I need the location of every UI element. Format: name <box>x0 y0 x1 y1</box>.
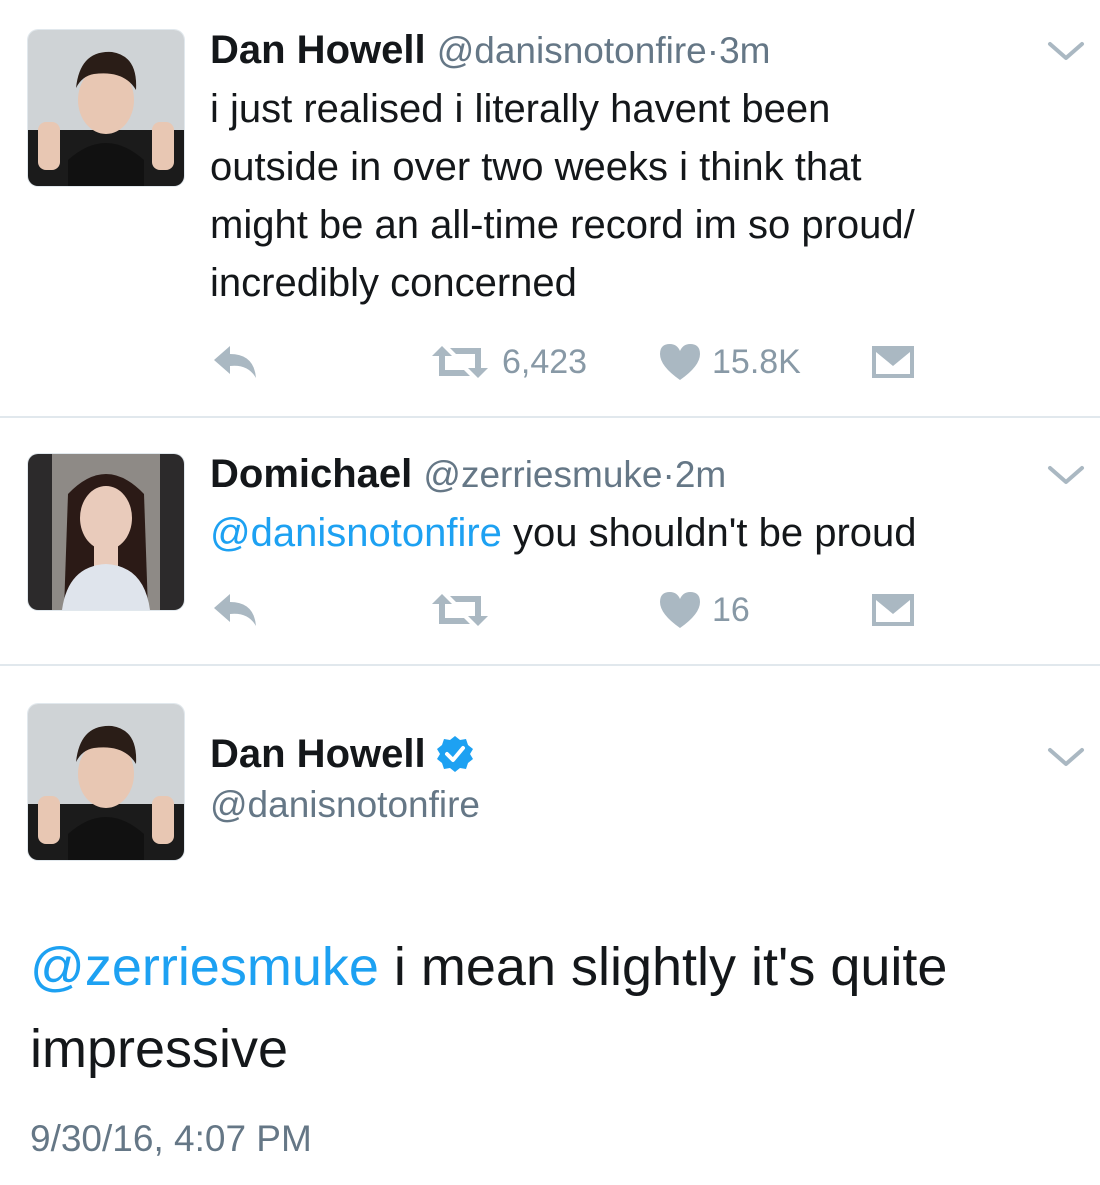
like-button[interactable]: 16 <box>658 588 750 632</box>
display-name[interactable]: Dan Howell <box>210 732 426 776</box>
like-button[interactable]: 15.8K <box>658 340 801 384</box>
heart-icon <box>660 344 700 380</box>
relative-time[interactable]: 3m <box>719 30 770 71</box>
tweet-2[interactable]: Domichael @zerriesmuke·2m @danisnotonfir… <box>0 418 1100 664</box>
tweet-text-line: incredibly concerned <box>210 261 577 305</box>
tweet-text-content: i mean slightly it's quite <box>378 937 948 997</box>
avatar[interactable] <box>28 454 184 610</box>
like-count: 15.8K <box>712 342 801 381</box>
tweet-text-line: @zerriesmuke i mean slightly it's quite <box>30 926 1070 1008</box>
tweet-header: Dan Howell @danisnotonfire·3m <box>210 28 770 73</box>
reply-icon <box>214 594 256 626</box>
retweet-button[interactable] <box>428 588 492 632</box>
direct-message-button[interactable] <box>870 588 916 632</box>
reply-button[interactable] <box>210 340 260 384</box>
display-name[interactable]: Dan Howell <box>210 28 426 72</box>
author-handle-row: @danisnotonfire <box>210 782 480 827</box>
tweet-text: i just realised i literally havent been … <box>210 80 1080 312</box>
tweet-text-line: i just realised i literally havent been <box>210 87 831 131</box>
reply-button[interactable] <box>210 588 260 632</box>
relative-time[interactable]: 2m <box>675 454 726 495</box>
reply-icon <box>214 346 256 378</box>
retweet-button[interactable]: 6,423 <box>428 340 587 384</box>
tweet-text-content: you shouldn't be proud <box>501 511 917 555</box>
retweet-icon <box>432 346 488 378</box>
avatar[interactable] <box>28 704 184 860</box>
tweet-actions: 6,423 15.8K <box>210 340 930 384</box>
retweet-count: 6,423 <box>502 342 588 381</box>
mention-link[interactable]: @zerriesmuke <box>30 937 379 997</box>
message-icon <box>872 346 914 378</box>
mention-link[interactable]: @danisnotonfire <box>210 511 502 555</box>
heart-icon <box>660 592 700 628</box>
verified-badge-icon <box>436 736 473 772</box>
direct-message-button[interactable] <box>870 340 916 384</box>
tweet-header: Domichael @zerriesmuke·2m <box>210 452 726 497</box>
avatar[interactable] <box>28 30 184 186</box>
tweet-actions: 16 <box>210 588 930 632</box>
message-icon <box>872 594 914 626</box>
tweet-text-line: impressive <box>30 1019 289 1079</box>
tweet-timestamp: 9/30/16, 4:07 PM <box>30 1118 312 1159</box>
tweet-text-line: outside in over two weeks i think that <box>210 145 862 189</box>
retweet-icon <box>432 594 488 626</box>
display-name[interactable]: Domichael <box>210 452 412 496</box>
chevron-down-icon[interactable] <box>1046 460 1086 490</box>
tweet-detail-text: @zerriesmuke i mean slightly it's quite … <box>30 926 1070 1090</box>
tweet-1[interactable]: Dan Howell @danisnotonfire·3m i just rea… <box>0 0 1100 416</box>
tweet-text-line: might be an all-time record im so proud/ <box>210 203 915 247</box>
tweet-text: @danisnotonfire you shouldn't be proud <box>210 504 1080 562</box>
username[interactable]: @danisnotonfire <box>437 30 707 71</box>
separator-dot: · <box>662 454 675 495</box>
chevron-down-icon[interactable] <box>1046 742 1086 772</box>
username[interactable]: @zerriesmuke <box>423 454 662 495</box>
chevron-down-icon[interactable] <box>1046 36 1086 66</box>
username[interactable]: @danisnotonfire <box>210 784 480 825</box>
separator-dot: · <box>706 30 720 71</box>
like-count: 16 <box>712 590 750 629</box>
author-name-row: Dan Howell <box>210 732 474 776</box>
